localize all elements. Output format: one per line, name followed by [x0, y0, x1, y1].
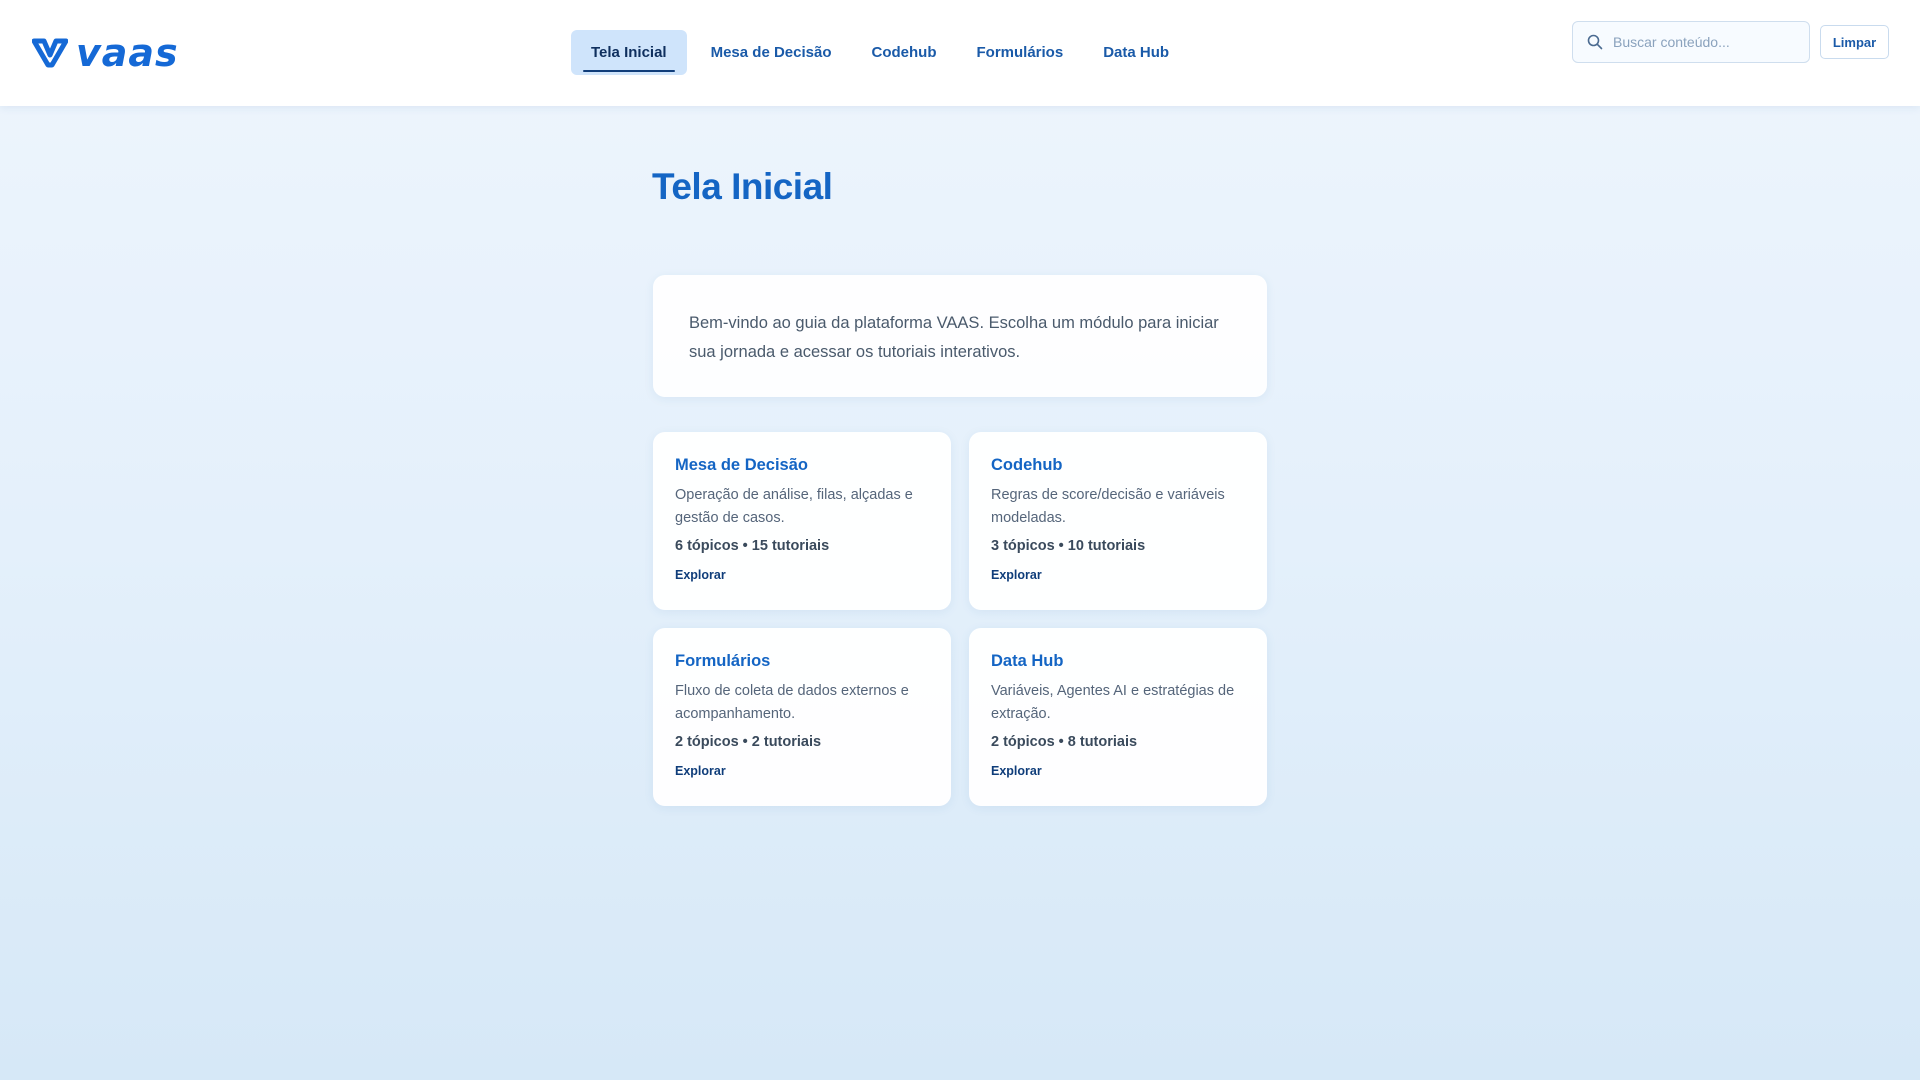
clear-button[interactable]: Limpar: [1820, 25, 1889, 59]
module-title: Formulários: [675, 652, 771, 670]
module-description: Fluxo de coleta de dados externos e acom…: [675, 683, 909, 722]
tab-codehub[interactable]: Codehub: [852, 30, 957, 75]
search-input[interactable]: [1613, 34, 1793, 50]
module-card-codehub[interactable]: Codehub Regras de score/decisão e variáv…: [969, 432, 1267, 610]
tab-data-hub[interactable]: Data Hub: [1083, 30, 1189, 75]
search-box: [1572, 21, 1810, 63]
explore-link[interactable]: Explorar: [675, 568, 929, 582]
main-nav: Tela Inicial Mesa de Decisão Codehub For…: [571, 30, 1189, 75]
brand-logo[interactable]: vaas: [32, 31, 179, 75]
module-description: Regras de score/decisão e variáveis mode…: [991, 487, 1225, 526]
module-stats: 6 tópicos • 15 tutoriais: [675, 538, 830, 554]
vaas-logo-icon: [32, 38, 68, 68]
module-description: Operação de análise, filas, alçadas e ge…: [675, 487, 913, 526]
module-stats: 3 tópicos • 10 tutoriais: [991, 538, 1146, 554]
search-icon: [1587, 34, 1603, 50]
intro-text: Bem-vindo ao guia da plataforma VAAS. Es…: [689, 314, 1219, 361]
intro-card: Bem-vindo ao guia da plataforma VAAS. Es…: [653, 275, 1267, 397]
explore-link[interactable]: Explorar: [991, 568, 1245, 582]
page-title: Tela Inicial: [652, 166, 833, 207]
tab-tela-inicial[interactable]: Tela Inicial: [571, 30, 687, 75]
module-title: Data Hub: [991, 652, 1064, 670]
module-card-mesa-de-decisao[interactable]: Mesa de Decisão Operação de análise, fil…: [653, 432, 951, 610]
brand-logo-text: vaas: [76, 31, 179, 75]
explore-link[interactable]: Explorar: [991, 764, 1245, 778]
explore-link[interactable]: Explorar: [675, 764, 929, 778]
module-card-formularios[interactable]: Formulários Fluxo de coleta de dados ext…: [653, 628, 951, 806]
module-title: Codehub: [991, 456, 1063, 474]
module-stats: 2 tópicos • 8 tutoriais: [991, 734, 1138, 750]
top-bar: vaas Tela Inicial Mesa de Decisão Codehu…: [0, 0, 1920, 106]
module-title: Mesa de Decisão: [675, 456, 808, 474]
module-stats: 2 tópicos • 2 tutoriais: [675, 734, 822, 750]
tab-mesa-de-decisao[interactable]: Mesa de Decisão: [691, 30, 852, 75]
tab-formularios[interactable]: Formulários: [957, 30, 1084, 75]
module-card-data-hub[interactable]: Data Hub Variáveis, Agentes AI e estraté…: [969, 628, 1267, 806]
module-description: Variáveis, Agentes AI e estratégias de e…: [991, 683, 1235, 722]
